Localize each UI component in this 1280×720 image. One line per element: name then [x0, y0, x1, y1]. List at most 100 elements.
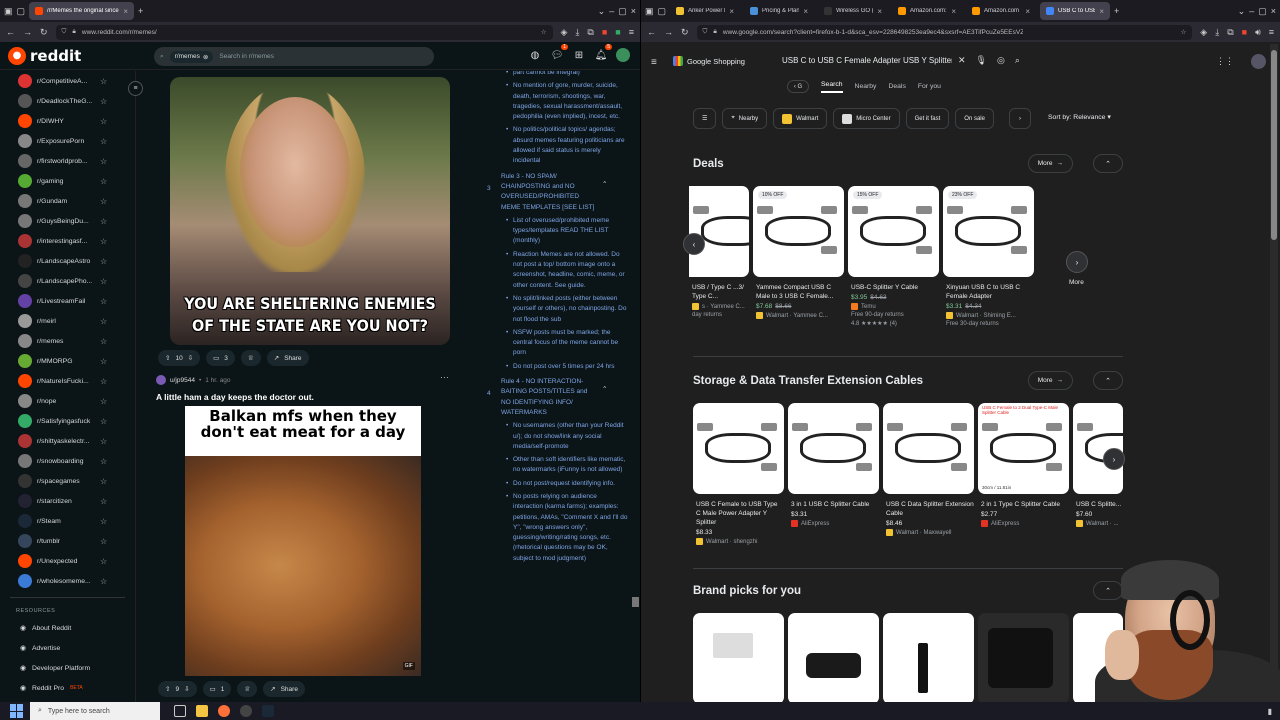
browser-tab[interactable]: Pricing & Plans fo×	[744, 2, 814, 20]
post2-share-button[interactable]: ↗ Share	[263, 681, 305, 697]
sidebar-subreddit-item[interactable]: r/LivestreamFail ☆	[0, 291, 135, 311]
obs-icon[interactable]	[240, 705, 252, 717]
subreddit-chip[interactable]: r/memes ⊗	[169, 50, 214, 63]
taskbar-search-field[interactable]: ⌕ Type here to search	[30, 702, 160, 720]
windows-start-icon[interactable]	[10, 704, 24, 718]
show-desktop-icon[interactable]: ▮	[1268, 707, 1272, 716]
downvote-icon[interactable]: ⇩	[188, 354, 193, 362]
favorite-star-icon[interactable]: ☆	[100, 537, 107, 546]
favorite-star-icon[interactable]: ☆	[100, 237, 107, 246]
favorite-star-icon[interactable]: ☆	[100, 517, 107, 526]
favorite-star-icon[interactable]: ☆	[100, 197, 107, 206]
reload-icon[interactable]: ↻	[681, 27, 689, 38]
browser-tab[interactable]: Amazon.com: MC ×	[892, 2, 962, 20]
reddit-logo[interactable]: ● reddit	[8, 46, 81, 65]
close-window-icon[interactable]: ×	[631, 6, 636, 16]
browser-tab[interactable]: Anker Power Bank ×	[670, 2, 740, 20]
sidebar-subreddit-item[interactable]: r/Unexpected ☆	[0, 551, 135, 571]
downloads-icon[interactable]: ⤓	[1215, 27, 1219, 38]
chat-icon[interactable]: 💬︎ 1	[550, 44, 568, 62]
favorite-star-icon[interactable]: ☆	[100, 317, 107, 326]
sidebar-subreddit-item[interactable]: r/interestingasf... ☆	[0, 231, 135, 251]
minimize-icon[interactable]: –	[609, 6, 614, 16]
google-shopping-logo[interactable]: Google Shopping	[673, 56, 745, 66]
right-scroll-thumb[interactable]	[1271, 50, 1277, 240]
favorite-star-icon[interactable]: ☆	[100, 277, 107, 286]
sidebar-subreddit-item[interactable]: r/memes ☆	[0, 331, 135, 351]
clear-search-icon[interactable]: ✕	[958, 55, 966, 66]
filter-chip[interactable]: Micro Center	[833, 108, 900, 129]
sidebar-subreddit-item[interactable]: r/gaming ☆	[0, 171, 135, 191]
sidebar-subreddit-item[interactable]: r/tumblr ☆	[0, 531, 135, 551]
sidebar-subreddit-item[interactable]: r/ExposurePorn ☆	[0, 131, 135, 151]
product-card[interactable]: 10% OFF Yammee Compact USB C Male to 3 US…	[753, 186, 844, 319]
sidebar-subreddit-item[interactable]: r/nope ☆	[0, 391, 135, 411]
firefox-icon[interactable]	[218, 705, 230, 717]
upvote-icon[interactable]: ⇧	[165, 354, 170, 362]
close-tab-icon[interactable]: ×	[123, 7, 128, 16]
search-tab-for-you[interactable]: For you	[918, 83, 941, 90]
bookmark-star-icon[interactable]: ☆	[541, 28, 547, 36]
downloads-icon[interactable]: ⤓	[575, 27, 579, 38]
sort-dropdown[interactable]: Sort by: Relevance ▾	[1048, 113, 1111, 121]
post1-meme-image[interactable]: YOU ARE SHELTERING ENEMIES OF THE STATE …	[170, 77, 450, 345]
close-tab-icon[interactable]: ×	[877, 7, 882, 16]
post2-more-options-icon[interactable]: ⋯	[440, 372, 449, 383]
resource-link[interactable]: ◉ Advertise	[0, 638, 135, 658]
favorite-star-icon[interactable]: ☆	[100, 217, 107, 226]
brand-card[interactable]	[693, 613, 784, 702]
deals-collapse-button[interactable]: ⌃	[1093, 154, 1123, 173]
filter-chip[interactable]: On sale	[955, 108, 994, 129]
sidebar-subreddit-item[interactable]: r/shittyaskelectr... ☆	[0, 431, 135, 451]
hamburger-menu-icon[interactable]: ≡	[651, 57, 657, 68]
favorite-star-icon[interactable]: ☆	[100, 297, 107, 306]
sidebar-subreddit-item[interactable]: r/MMORPG ☆	[0, 351, 135, 371]
sidebar-subreddit-item[interactable]: r/firstworldprob... ☆	[0, 151, 135, 171]
favorite-star-icon[interactable]: ☆	[100, 457, 107, 466]
right-url-field[interactable]: ⛉ 🔒︎ www.google.com/search?client=firefo…	[696, 24, 1193, 40]
rule-collapse-icon[interactable]: ⌃	[602, 385, 607, 395]
filter-chip[interactable]: ⌖ Nearby	[722, 108, 768, 129]
favorite-star-icon[interactable]: ☆	[100, 257, 107, 266]
post2-meme-image[interactable]: Balkan mfs when they don't eat meat for …	[185, 406, 421, 676]
brand-card[interactable]	[978, 613, 1069, 702]
sidebar-subreddit-item[interactable]: r/DIWHY ☆	[0, 111, 135, 131]
tab-list-icon[interactable]: ▣	[4, 6, 13, 16]
filter-chip[interactable]: Walmart	[773, 108, 828, 129]
post2-award-button[interactable]: ♕	[237, 681, 258, 697]
favorite-star-icon[interactable]: ☆	[100, 557, 107, 566]
close-tab-icon[interactable]: ×	[729, 7, 734, 16]
steam-icon[interactable]	[262, 705, 274, 717]
maximize-icon[interactable]: ▢	[1258, 6, 1267, 16]
sidebar-subreddit-item[interactable]: r/LandscapePho... ☆	[0, 271, 135, 291]
back-icon[interactable]: ←	[6, 27, 15, 37]
storage-next-icon[interactable]: ›	[1103, 448, 1125, 470]
search-tab-search[interactable]: Search	[821, 81, 843, 93]
extension-green-icon[interactable]: ■	[615, 27, 620, 37]
back-to-google-icon[interactable]: ‹ G	[787, 80, 809, 93]
search-query-field[interactable]: USB C to USB C Female Adapter USB Y Spli…	[782, 56, 952, 65]
upvote-icon[interactable]: ⇧	[165, 685, 170, 693]
filter-chip[interactable]: Get it fast	[905, 108, 950, 129]
extensions-icon[interactable]: ⧉	[587, 27, 593, 38]
rule-header[interactable]: 3 Rule 3 - NO SPAM/ CHAINPOSTING and NO O…	[478, 172, 628, 213]
close-tab-icon[interactable]: ×	[1099, 7, 1104, 16]
favorite-star-icon[interactable]: ☆	[100, 117, 107, 126]
deals-prev-icon[interactable]: ‹	[683, 233, 705, 255]
ads-icon[interactable]: ◍	[528, 48, 542, 62]
brand-card[interactable]	[788, 613, 879, 702]
list-all-tabs-icon[interactable]: ⌄	[598, 6, 606, 16]
post2-title[interactable]: A little ham a day keeps the doctor out.	[156, 392, 314, 402]
downvote-icon[interactable]: ⇩	[184, 685, 189, 693]
new-tab-icon[interactable]: +	[1114, 6, 1119, 16]
favorite-star-icon[interactable]: ☆	[100, 157, 107, 166]
storage-collapse-button[interactable]: ⌃	[1093, 371, 1123, 390]
favorite-star-icon[interactable]: ☆	[100, 357, 107, 366]
maximize-icon[interactable]: ▢	[618, 6, 627, 16]
product-card[interactable]: 3 in 1 USB C Splitter Cable $3.31 AliExpre…	[788, 403, 879, 527]
extension-red-icon[interactable]: ■	[1242, 27, 1247, 37]
new-tab-icon[interactable]: +	[138, 6, 143, 16]
task-view-icon[interactable]	[174, 705, 186, 717]
sidebar-subreddit-item[interactable]: r/wholesomeme... ☆	[0, 571, 135, 591]
left-url-field[interactable]: ⛉ 🔒︎ www.reddit.com/r/memes/ ☆	[55, 24, 553, 40]
